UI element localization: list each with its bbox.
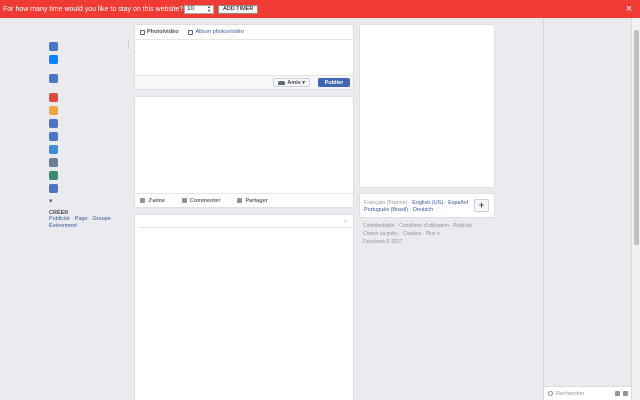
messenger-icon[interactable] — [49, 55, 58, 64]
share-button[interactable]: Partager — [237, 197, 268, 204]
friends-icon — [278, 80, 286, 85]
photos-icon[interactable] — [49, 171, 58, 180]
album-icon — [188, 29, 194, 35]
thumbs-up-icon — [140, 198, 145, 203]
composer-tabs: Photo/vidéo Album photos/vidéo — [135, 25, 353, 40]
comment-button[interactable]: Commenter — [181, 197, 221, 204]
chat-search-placeholder: Rechercher — [556, 390, 585, 397]
comment-label: Commenter — [189, 197, 221, 204]
feed-post-loading: ⌄ — [134, 214, 354, 400]
language-english[interactable]: English (US) — [412, 200, 443, 206]
publish-button[interactable]: Publier — [318, 78, 350, 87]
right-column-panel — [359, 24, 495, 188]
page-scrollbar[interactable] — [631, 18, 640, 400]
language-spanish[interactable]: Español — [448, 200, 468, 206]
more-chevron-icon: ▾ — [436, 231, 440, 237]
language-portuguese[interactable]: Português (Brasil) — [364, 207, 408, 213]
timer-duration-select[interactable]: 10 ▲ ▼ — [184, 4, 215, 14]
post-actions: J'aime Commenter Partager — [135, 193, 353, 207]
timer-bar: For how many time would you like to stay… — [0, 0, 640, 18]
language-selector: Français (France) · English (US) · Españ… — [359, 193, 495, 218]
audience-selector[interactable]: Amis ▾ — [273, 78, 310, 87]
copyright: Facebook © 2017 — [363, 239, 403, 245]
tab-album-label: Album photos/vidéo — [195, 29, 244, 35]
like-label: J'aime — [148, 197, 165, 204]
left-nav: ▾ CRÉER Publicité · Page · Groupe Évènem… — [49, 42, 119, 230]
memories-icon[interactable] — [49, 184, 58, 193]
tab-photo-video[interactable]: Photo/vidéo — [140, 29, 178, 35]
share-icon — [237, 198, 243, 203]
spinner-arrows-icon: ▲ ▼ — [207, 4, 212, 13]
games-icon[interactable] — [49, 145, 58, 154]
share-label: Partager — [245, 197, 268, 204]
create-page-link[interactable]: Page — [75, 216, 88, 222]
post-options-chevron-icon[interactable]: ⌄ — [343, 217, 348, 224]
like-button[interactable]: J'aime — [140, 198, 165, 204]
groups-icon[interactable] — [49, 74, 58, 83]
create-event-link[interactable]: Évènement — [49, 223, 77, 229]
compose-icon[interactable] — [623, 391, 628, 396]
adchoices-link[interactable]: Choisir sa pub — [363, 231, 395, 237]
more-languages-button[interactable]: + — [474, 199, 489, 212]
close-icon[interactable]: × — [622, 2, 636, 16]
chat-sidebar — [543, 18, 631, 400]
timer-question: For how many time would you like to stay… — [3, 5, 184, 13]
create-group-link[interactable]: Groupe — [92, 216, 110, 222]
footer-links: Confidentialité · Conditions d'utilisati… — [363, 223, 476, 245]
camera-icon — [140, 29, 145, 35]
language-german[interactable]: Deutsch — [413, 207, 433, 213]
comment-icon — [181, 198, 187, 203]
friends-icon[interactable] — [49, 119, 58, 128]
cookies-link[interactable]: Cookies — [403, 231, 421, 237]
search-icon — [548, 391, 553, 396]
current-language: Français (France) — [364, 200, 408, 206]
search-people-icon[interactable] — [49, 158, 58, 167]
timer-duration-value: 10 — [187, 6, 194, 12]
adchoices-icon: ▷ — [394, 231, 399, 237]
lists-icon[interactable] — [49, 132, 58, 141]
terms-link[interactable]: Conditions d'utilisation — [399, 223, 449, 229]
create-ad-link[interactable]: Publicité — [49, 216, 70, 222]
gear-icon[interactable] — [615, 391, 620, 396]
privacy-link[interactable]: Confidentialité — [363, 223, 395, 229]
see-more-icon[interactable]: ▾ — [49, 197, 58, 206]
scrollbar-thumb[interactable] — [634, 30, 639, 245]
feed-divider — [139, 227, 351, 228]
pages-icon[interactable] — [49, 106, 58, 115]
feed-post: J'aime Commenter Partager — [134, 96, 354, 208]
language-list: Français (France) · English (US) · Españ… — [364, 200, 468, 213]
tab-album[interactable]: Album photos/vidéo — [188, 29, 244, 35]
post-composer: Photo/vidéo Album photos/vidéo Amis ▾ Pu… — [134, 24, 354, 90]
add-timer-button[interactable]: ADD TIMER — [218, 4, 259, 14]
ads-link[interactable]: Publicité — [453, 223, 472, 229]
chevron-down-icon: ▾ — [300, 79, 305, 86]
events-icon[interactable] — [49, 93, 58, 102]
more-link[interactable]: Plus — [426, 231, 436, 237]
audience-label: Amis — [287, 79, 301, 86]
chat-search-bar[interactable]: Rechercher — [543, 386, 631, 400]
composer-footer: Amis ▾ Publier — [135, 75, 353, 89]
news-feed-icon[interactable] — [49, 42, 58, 51]
create-links: Publicité · Page · Groupe Évènement — [49, 216, 111, 229]
tab-photo-video-label: Photo/vidéo — [147, 29, 179, 35]
nav-divider — [128, 40, 129, 49]
